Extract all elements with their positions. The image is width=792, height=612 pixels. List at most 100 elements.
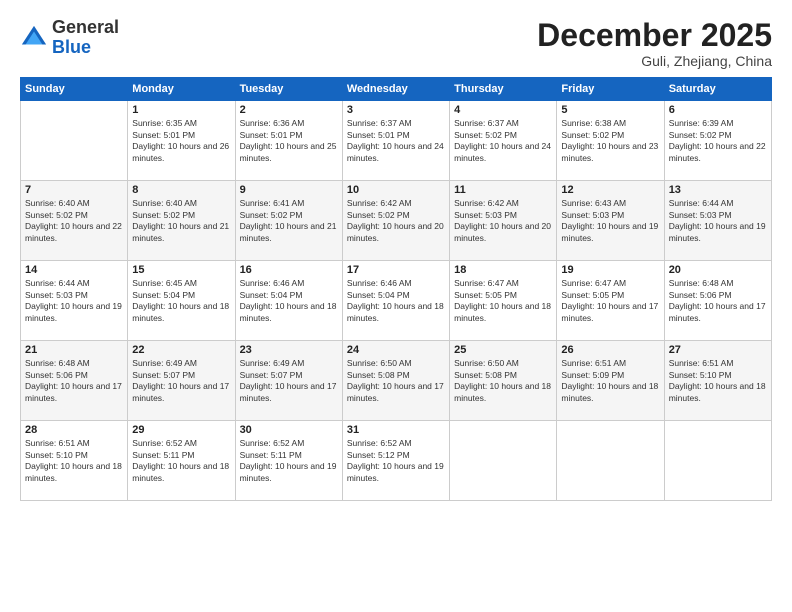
cell-text-1-3: Sunrise: 6:42 AM Sunset: 5:02 PM Dayligh… (347, 198, 445, 244)
cell-4-0: 28 Sunrise: 6:51 AM Sunset: 5:10 PM Dayli… (21, 421, 128, 501)
cell-text-0-6: Sunrise: 6:39 AM Sunset: 5:02 PM Dayligh… (669, 118, 767, 164)
col-saturday: Saturday (664, 78, 771, 101)
cell-text-4-2: Sunrise: 6:52 AM Sunset: 5:11 PM Dayligh… (240, 438, 338, 484)
col-wednesday: Wednesday (342, 78, 449, 101)
month-title: December 2025 (537, 18, 772, 53)
cell-2-3: 17Sunrise: 6:46 AM Sunset: 5:04 PM Dayli… (342, 261, 449, 341)
cell-text-4-1: Sunrise: 6:52 AM Sunset: 5:11 PM Dayligh… (132, 438, 230, 484)
cell-0-5: 5 Sunrise: 6:38 AM Sunset: 5:02 PM Daylig… (557, 101, 664, 181)
cell-text-1-0: Sunrise: 6:40 AM Sunset: 5:02 PM Dayligh… (25, 198, 123, 244)
cell-text-1-5: Sunrise: 6:43 AM Sunset: 5:03 PM Dayligh… (561, 198, 659, 244)
cell-4-5 (557, 421, 664, 501)
cell-4-2: 30 Sunrise: 6:52 AM Sunset: 5:11 PM Dayli… (235, 421, 342, 501)
cell-2-6: 20 Sunrise: 6:48 AM Sunset: 5:06 PM Dayli… (664, 261, 771, 341)
cell-0-4: 4 Sunrise: 6:37 AM Sunset: 5:02 PM Daylig… (450, 101, 557, 181)
week-row-1: 7 Sunrise: 6:40 AM Sunset: 5:02 PM Daylig… (21, 181, 772, 261)
cell-2-0: 14Sunrise: 6:44 AM Sunset: 5:03 PM Dayli… (21, 261, 128, 341)
cell-1-6: 13 Sunrise: 6:44 AM Sunset: 5:03 PM Dayli… (664, 181, 771, 261)
day-number-2-2: 16 (240, 264, 338, 276)
week-row-2: 14Sunrise: 6:44 AM Sunset: 5:03 PM Dayli… (21, 261, 772, 341)
cell-2-5: 19Sunrise: 6:47 AM Sunset: 5:05 PM Dayli… (557, 261, 664, 341)
cell-text-3-3: Sunrise: 6:50 AM Sunset: 5:08 PM Dayligh… (347, 358, 445, 404)
day-number-0-2: 2 (240, 104, 338, 116)
cell-0-0 (21, 101, 128, 181)
day-number-1-6: 13 (669, 184, 767, 196)
day-number-3-6: 27 (669, 344, 767, 356)
day-number-3-5: 26 (561, 344, 659, 356)
location: Guli, Zhejiang, China (537, 53, 772, 69)
day-number-0-5: 5 (561, 104, 659, 116)
cell-text-3-0: Sunrise: 6:48 AM Sunset: 5:06 PM Dayligh… (25, 358, 123, 404)
day-number-1-0: 7 (25, 184, 123, 196)
day-number-1-4: 11 (454, 184, 552, 196)
col-friday: Friday (557, 78, 664, 101)
day-number-3-3: 24 (347, 344, 445, 356)
day-number-2-4: 18 (454, 264, 552, 276)
day-number-4-0: 28 (25, 424, 123, 436)
col-monday: Monday (128, 78, 235, 101)
cell-3-5: 26 Sunrise: 6:51 AM Sunset: 5:09 PM Dayli… (557, 341, 664, 421)
cell-2-1: 15 Sunrise: 6:45 AM Sunset: 5:04 PM Dayli… (128, 261, 235, 341)
logo: General Blue (20, 18, 119, 58)
day-number-2-1: 15 (132, 264, 230, 276)
day-number-2-6: 20 (669, 264, 767, 276)
cell-4-1: 29Sunrise: 6:52 AM Sunset: 5:11 PM Dayli… (128, 421, 235, 501)
cell-4-3: 31 Sunrise: 6:52 AM Sunset: 5:12 PM Dayli… (342, 421, 449, 501)
cell-text-0-5: Sunrise: 6:38 AM Sunset: 5:02 PM Dayligh… (561, 118, 659, 164)
cell-text-1-6: Sunrise: 6:44 AM Sunset: 5:03 PM Dayligh… (669, 198, 767, 244)
col-tuesday: Tuesday (235, 78, 342, 101)
cell-1-3: 10 Sunrise: 6:42 AM Sunset: 5:02 PM Dayli… (342, 181, 449, 261)
title-block: December 2025 Guli, Zhejiang, China (537, 18, 772, 69)
day-number-3-1: 22 (132, 344, 230, 356)
day-number-4-3: 31 (347, 424, 445, 436)
day-number-2-0: 14 (25, 264, 123, 276)
calendar-table: Sunday Monday Tuesday Wednesday Thursday… (20, 77, 772, 501)
col-sunday: Sunday (21, 78, 128, 101)
cell-1-2: 9Sunrise: 6:41 AM Sunset: 5:02 PM Daylig… (235, 181, 342, 261)
col-thursday: Thursday (450, 78, 557, 101)
header: General Blue December 2025 Guli, Zhejian… (20, 18, 772, 69)
cell-3-1: 22 Sunrise: 6:49 AM Sunset: 5:07 PM Dayli… (128, 341, 235, 421)
cell-text-0-3: Sunrise: 6:37 AM Sunset: 5:01 PM Dayligh… (347, 118, 445, 164)
logo-blue-text: Blue (52, 37, 91, 57)
cell-text-2-4: Sunrise: 6:47 AM Sunset: 5:05 PM Dayligh… (454, 278, 552, 324)
day-number-1-3: 10 (347, 184, 445, 196)
cell-text-3-5: Sunrise: 6:51 AM Sunset: 5:09 PM Dayligh… (561, 358, 659, 404)
cell-text-1-4: Sunrise: 6:42 AM Sunset: 5:03 PM Dayligh… (454, 198, 552, 244)
cell-1-0: 7 Sunrise: 6:40 AM Sunset: 5:02 PM Daylig… (21, 181, 128, 261)
cell-1-1: 8 Sunrise: 6:40 AM Sunset: 5:02 PM Daylig… (128, 181, 235, 261)
cell-3-0: 21 Sunrise: 6:48 AM Sunset: 5:06 PM Dayli… (21, 341, 128, 421)
cell-text-1-1: Sunrise: 6:40 AM Sunset: 5:02 PM Dayligh… (132, 198, 230, 244)
day-number-0-1: 1 (132, 104, 230, 116)
logo-general-text: General (52, 17, 119, 37)
day-number-0-4: 4 (454, 104, 552, 116)
cell-1-4: 11 Sunrise: 6:42 AM Sunset: 5:03 PM Dayli… (450, 181, 557, 261)
cell-0-6: 6 Sunrise: 6:39 AM Sunset: 5:02 PM Daylig… (664, 101, 771, 181)
cell-text-2-6: Sunrise: 6:48 AM Sunset: 5:06 PM Dayligh… (669, 278, 767, 324)
day-number-1-1: 8 (132, 184, 230, 196)
cell-text-0-4: Sunrise: 6:37 AM Sunset: 5:02 PM Dayligh… (454, 118, 552, 164)
cell-text-3-2: Sunrise: 6:49 AM Sunset: 5:07 PM Dayligh… (240, 358, 338, 404)
day-number-2-3: 17 (347, 264, 445, 276)
header-row: Sunday Monday Tuesday Wednesday Thursday… (21, 78, 772, 101)
cell-text-0-2: Sunrise: 6:36 AM Sunset: 5:01 PM Dayligh… (240, 118, 338, 164)
day-number-3-2: 23 (240, 344, 338, 356)
cell-0-1: 1Sunrise: 6:35 AM Sunset: 5:01 PM Daylig… (128, 101, 235, 181)
day-number-1-5: 12 (561, 184, 659, 196)
page: General Blue December 2025 Guli, Zhejian… (0, 0, 792, 612)
cell-3-4: 25Sunrise: 6:50 AM Sunset: 5:08 PM Dayli… (450, 341, 557, 421)
cell-1-5: 12 Sunrise: 6:43 AM Sunset: 5:03 PM Dayli… (557, 181, 664, 261)
day-number-4-2: 30 (240, 424, 338, 436)
cell-text-4-0: Sunrise: 6:51 AM Sunset: 5:10 PM Dayligh… (25, 438, 123, 484)
day-number-3-0: 21 (25, 344, 123, 356)
day-number-1-2: 9 (240, 184, 338, 196)
cell-text-2-1: Sunrise: 6:45 AM Sunset: 5:04 PM Dayligh… (132, 278, 230, 324)
cell-2-2: 16 Sunrise: 6:46 AM Sunset: 5:04 PM Dayli… (235, 261, 342, 341)
cell-text-3-4: Sunrise: 6:50 AM Sunset: 5:08 PM Dayligh… (454, 358, 552, 404)
day-number-0-6: 6 (669, 104, 767, 116)
cell-0-2: 2 Sunrise: 6:36 AM Sunset: 5:01 PM Daylig… (235, 101, 342, 181)
cell-text-4-3: Sunrise: 6:52 AM Sunset: 5:12 PM Dayligh… (347, 438, 445, 484)
cell-text-3-6: Sunrise: 6:51 AM Sunset: 5:10 PM Dayligh… (669, 358, 767, 404)
cell-text-3-1: Sunrise: 6:49 AM Sunset: 5:07 PM Dayligh… (132, 358, 230, 404)
cell-text-2-2: Sunrise: 6:46 AM Sunset: 5:04 PM Dayligh… (240, 278, 338, 324)
